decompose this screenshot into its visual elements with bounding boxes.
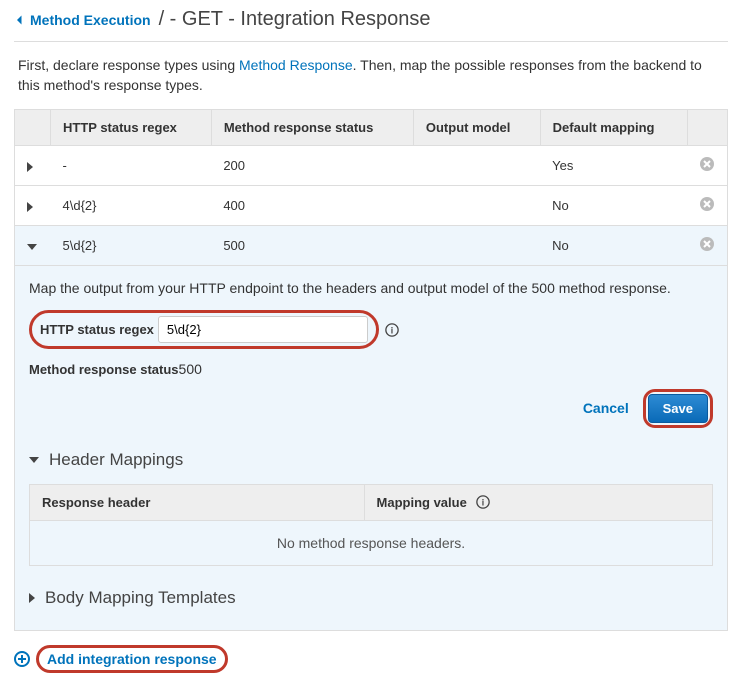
header-mappings-table: Response header Mapping value i No metho… (29, 484, 713, 566)
regex-label: HTTP status regex (40, 322, 154, 337)
status-value: 500 (179, 361, 202, 377)
table-row[interactable]: 4\d{2} 400 No (15, 186, 728, 226)
col-status: Method response status (211, 110, 413, 146)
detail-description: Map the output from your HTTP endpoint t… (29, 280, 713, 296)
col-mapping-value: Mapping value i (364, 485, 712, 521)
delete-icon[interactable] (699, 156, 715, 172)
chevron-right-icon[interactable] (27, 162, 33, 172)
empty-message: No method response headers. (30, 521, 713, 566)
header-mappings-toggle[interactable]: Header Mappings (29, 442, 713, 478)
chevron-right-icon[interactable] (27, 202, 33, 212)
info-icon[interactable]: i (385, 323, 399, 337)
chevron-down-icon (29, 457, 39, 463)
table-row[interactable]: 5\d{2} 500 No (15, 226, 728, 266)
chevron-down-icon[interactable] (27, 244, 37, 250)
add-integration-response-link[interactable]: Add integration response (47, 651, 217, 667)
svg-text:i: i (482, 498, 484, 508)
col-regex: HTTP status regex (51, 110, 212, 146)
col-response-header: Response header (30, 485, 365, 521)
body-mapping-toggle[interactable]: Body Mapping Templates (29, 580, 713, 616)
table-row[interactable]: - 200 Yes (15, 146, 728, 186)
response-detail-panel: Map the output from your HTTP endpoint t… (14, 266, 728, 631)
arrow-left-icon (14, 14, 26, 26)
plus-circle-icon (14, 651, 30, 667)
status-label: Method response status (29, 362, 179, 377)
info-icon[interactable]: i (476, 495, 490, 509)
col-model: Output model (413, 110, 540, 146)
method-response-link[interactable]: Method Response (239, 57, 353, 73)
intro-text: First, declare response types using Meth… (18, 56, 724, 95)
col-default: Default mapping (540, 110, 687, 146)
chevron-right-icon (29, 593, 35, 603)
back-to-method-execution-link[interactable]: Method Execution (14, 12, 151, 28)
page-title: / - GET - Integration Response (159, 8, 431, 31)
cancel-button[interactable]: Cancel (583, 400, 629, 416)
header-mappings-title: Header Mappings (49, 450, 183, 470)
delete-icon[interactable] (699, 196, 715, 212)
back-label: Method Execution (30, 12, 151, 28)
delete-icon[interactable] (699, 236, 715, 252)
http-status-regex-input[interactable] (158, 316, 368, 343)
save-button[interactable]: Save (648, 394, 708, 423)
body-mapping-title: Body Mapping Templates (45, 588, 236, 608)
svg-text:i: i (391, 325, 393, 335)
integration-response-table: HTTP status regex Method response status… (14, 109, 728, 266)
